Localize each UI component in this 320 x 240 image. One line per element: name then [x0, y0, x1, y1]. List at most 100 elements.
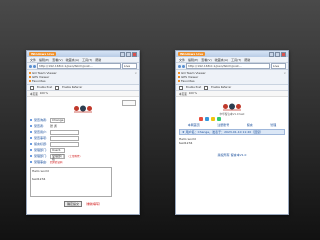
submit-row: 确定提交 （重新填写）: [30, 201, 136, 207]
menu-item-edit[interactable]: 编辑(E): [39, 58, 49, 62]
nav-link-post[interactable]: 留言: [247, 123, 253, 127]
reset-link[interactable]: （重新填写）: [84, 202, 102, 206]
close-tab-icon[interactable]: ×: [283, 71, 286, 75]
bullet-icon: [30, 119, 32, 121]
maximize-icon[interactable]: [275, 51, 280, 57]
menu-item-view[interactable]: 查看(V): [52, 58, 62, 62]
tab-label: Favorites: [181, 79, 195, 83]
url-input[interactable]: http://192.168.0.1/pwn/fetch/post...: [37, 63, 121, 69]
field-hint: （上传附件）: [67, 155, 83, 158]
field-label: 留言标题:: [34, 142, 48, 146]
menu-item-help[interactable]: 帮助: [244, 58, 250, 62]
text-input[interactable]: [50, 129, 79, 135]
url-input[interactable]: http://192.168.0.1/pwn/fetch/post...: [186, 63, 270, 69]
menu-item-tools[interactable]: 工具(T): [231, 58, 241, 62]
tab-list: GO Team Viewer × GPS Viewer Favorites: [176, 70, 288, 85]
tab-item[interactable]: Favorites: [29, 79, 137, 83]
menu-item-file[interactable]: 文件: [30, 58, 36, 62]
forward-icon[interactable]: [33, 64, 36, 68]
menu-item-edit[interactable]: 编辑(E): [188, 58, 198, 62]
emoticon-row: [199, 117, 285, 121]
menu-item-favorites[interactable]: 收藏夹(A): [215, 58, 228, 62]
field-label: 受查者:: [34, 124, 45, 128]
window-controls: [120, 51, 137, 57]
window-controls: [269, 51, 286, 57]
tab-item[interactable]: Favorites: [178, 79, 286, 83]
favicon-icon: [178, 72, 180, 74]
bullet-icon: [30, 149, 32, 151]
bullet-icon: [30, 131, 32, 133]
app-menu-button[interactable]: Windows Live: [178, 52, 206, 56]
favicon-icon: [178, 76, 180, 78]
enable-referrer-checkbox[interactable]: [55, 85, 60, 90]
submit-button[interactable]: 确定提交: [63, 201, 82, 207]
menu-item-view[interactable]: 查看(V): [201, 58, 211, 62]
search-input[interactable]: Live: [122, 63, 137, 69]
menu-item-help[interactable]: 帮助: [95, 58, 101, 62]
zoom-level[interactable]: 100 %: [189, 92, 197, 95]
form-row: 受理事由: 回复验证码: [30, 159, 136, 165]
field-label: 受查询者:: [34, 118, 48, 122]
address-bar: http://192.168.0.1/pwn/fetch/post... Liv…: [27, 63, 139, 70]
enable-post-checkbox[interactable]: [30, 85, 34, 90]
page-menu-button[interactable]: 本页面: [179, 92, 187, 96]
field-label: 受查用户:: [34, 130, 48, 134]
close-icon[interactable]: [132, 51, 137, 57]
text-input[interactable]: [50, 141, 79, 147]
message-textarea[interactable]: Hello world test1234: [30, 167, 112, 197]
enable-post-label: Enable Post: [37, 86, 53, 89]
back-icon[interactable]: [178, 64, 181, 68]
maximize-icon[interactable]: [126, 51, 131, 57]
close-tab-icon[interactable]: ×: [134, 71, 137, 75]
browser-window-left: Windows Live 文件 编辑(E) 查看(V) 收藏夹(A) 工具(T)…: [26, 50, 140, 215]
minimize-icon[interactable]: [269, 51, 274, 57]
post-header-bar: ★ 用户名：Change，发表于：2023-01-10 11:20（回复）: [179, 129, 285, 135]
enable-referrer-label: Enable Referrer: [211, 86, 232, 89]
login-box[interactable]: [122, 100, 136, 106]
field-label: 受理部门:: [34, 154, 48, 158]
page-content: 受查询者: Change 受查者: 张 勇 受查用户: 受查事项: 留言标题: …: [27, 97, 139, 209]
nav-link-home[interactable]: 本网首页: [188, 123, 200, 127]
field-hint: 回复验证码: [50, 161, 63, 164]
select-input[interactable]: 受理部门名: [50, 153, 65, 160]
page-footer[interactable]: 版权所有 留言本V1.0: [179, 153, 285, 157]
bullet-icon: [30, 161, 32, 163]
menu-item-favorites[interactable]: 收藏夹(A): [66, 58, 79, 62]
emoticon-icon[interactable]: [199, 117, 203, 121]
bullet-icon: [30, 143, 32, 145]
minimize-icon[interactable]: [120, 51, 125, 57]
enable-referrer-checkbox[interactable]: [204, 85, 209, 90]
post-body: Hello world test1234: [179, 137, 285, 145]
field-label: 受查事项:: [34, 136, 48, 140]
radio-option[interactable]: 张 勇: [50, 124, 57, 128]
field-label: 受理部门:: [34, 148, 48, 152]
nav-link-admin[interactable]: 管理: [270, 123, 276, 127]
field-label: 受理事由:: [34, 160, 48, 164]
zoom-level[interactable]: 100 %: [40, 92, 48, 95]
text-input[interactable]: [50, 135, 79, 141]
back-icon[interactable]: [29, 64, 32, 68]
post-line: test1234: [179, 141, 193, 145]
forward-icon[interactable]: [182, 64, 185, 68]
emoticon-icon[interactable]: [217, 117, 221, 121]
app-menu-button[interactable]: Windows Live: [29, 52, 57, 56]
bullet-icon: [30, 125, 32, 127]
page-menu-button[interactable]: 本页面: [30, 92, 38, 96]
text-input[interactable]: Change: [50, 117, 65, 123]
menu-item-tools[interactable]: 工具(T): [82, 58, 92, 62]
page-content: 中华留言本V1.0 test 本网首页 注册账号 留言 管理 ★ 用户名：Cha…: [176, 97, 288, 159]
emoticon-icon[interactable]: [205, 117, 209, 121]
favicon-icon: [29, 72, 31, 74]
tab-label: Favorites: [32, 79, 46, 83]
enable-post-checkbox[interactable]: [179, 85, 183, 90]
browser-window-right: Windows Live 文件 编辑(E) 查看(V) 收藏夹(A) 工具(T)…: [175, 50, 289, 215]
enable-referrer-label: Enable Referrer: [62, 86, 83, 89]
address-bar: http://192.168.0.1/pwn/fetch/post... Liv…: [176, 63, 288, 70]
text-input[interactable]: User1: [50, 147, 65, 153]
site-logo: 中华留言本V1.0 test: [179, 99, 285, 117]
emoticon-icon[interactable]: [211, 117, 215, 121]
menu-item-file[interactable]: 文件: [179, 58, 185, 62]
nav-link-register[interactable]: 注册账号: [217, 123, 229, 127]
close-icon[interactable]: [281, 51, 286, 57]
search-input[interactable]: Live: [271, 63, 286, 69]
